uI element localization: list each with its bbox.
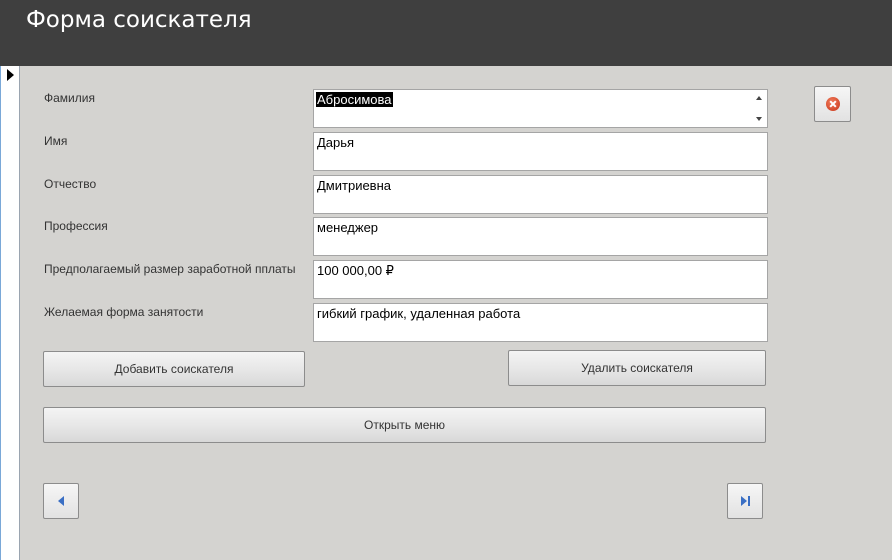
scroll-down-icon[interactable] bbox=[756, 117, 762, 121]
previous-record-button[interactable] bbox=[43, 483, 79, 519]
patronymic-value: Дмитриевна bbox=[317, 178, 391, 193]
profession-label: Профессия bbox=[44, 219, 108, 233]
last-record-button[interactable] bbox=[727, 483, 763, 519]
salary-value: 100 000,00 ₽ bbox=[317, 263, 394, 278]
close-icon bbox=[826, 97, 840, 111]
close-button[interactable] bbox=[814, 86, 851, 122]
patronymic-label: Отчество bbox=[44, 177, 97, 191]
last-record-icon bbox=[741, 496, 747, 506]
salary-label: Предполагаемый размер заработной пплаты bbox=[44, 262, 296, 276]
salary-field[interactable]: 100 000,00 ₽ bbox=[313, 260, 768, 299]
surname-field[interactable]: Абросимова bbox=[313, 89, 768, 128]
patronymic-field[interactable]: Дмитриевна bbox=[313, 175, 768, 214]
first-name-field[interactable]: Дарья bbox=[313, 132, 768, 171]
first-name-value: Дарья bbox=[317, 135, 355, 150]
add-applicant-label: Добавить соискателя bbox=[114, 362, 234, 376]
first-name-label: Имя bbox=[44, 134, 68, 148]
surname-scrollbar[interactable] bbox=[752, 90, 767, 127]
surname-label: Фамилия bbox=[44, 91, 95, 105]
record-selector-arrow-icon bbox=[7, 69, 14, 81]
delete-applicant-label: Удалить соискателя bbox=[581, 361, 693, 375]
form-header: Форма соискателя bbox=[0, 0, 892, 66]
open-menu-label: Открыть меню bbox=[363, 418, 445, 432]
open-menu-button[interactable]: Открыть меню bbox=[43, 407, 766, 443]
scroll-up-icon[interactable] bbox=[756, 96, 762, 100]
last-record-bar bbox=[748, 496, 750, 506]
employment-type-label: Желаемая форма занятости bbox=[44, 305, 204, 319]
employment-type-field[interactable]: гибкий график, удаленная работа bbox=[313, 303, 768, 342]
surname-value: Абросимова bbox=[316, 92, 393, 107]
add-applicant-button[interactable]: Добавить соискателя bbox=[43, 351, 305, 387]
previous-record-icon bbox=[58, 496, 64, 506]
record-selector[interactable] bbox=[0, 66, 20, 560]
employment-type-value: гибкий график, удаленная работа bbox=[317, 306, 521, 321]
profession-value: менеджер bbox=[317, 220, 379, 235]
profession-field[interactable]: менеджер bbox=[313, 217, 768, 256]
form-title: Форма соискателя bbox=[26, 7, 252, 33]
delete-applicant-button[interactable]: Удалить соискателя bbox=[508, 350, 766, 386]
